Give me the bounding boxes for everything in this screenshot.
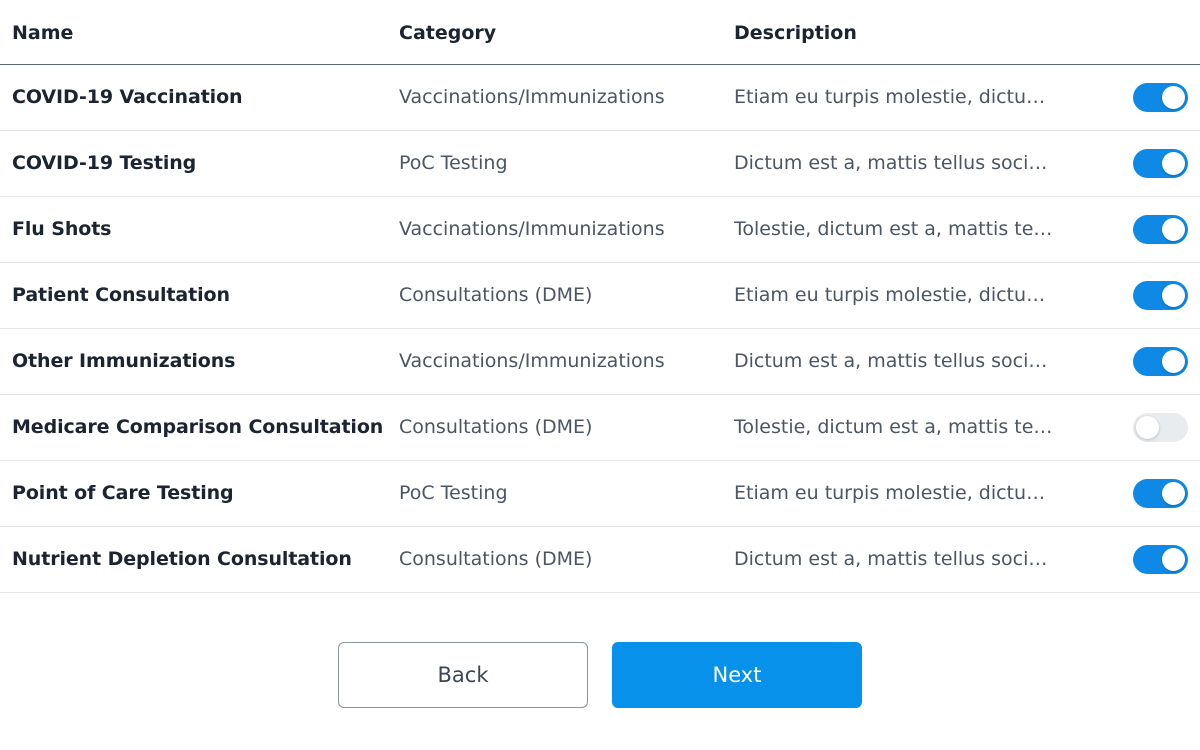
service-category: PoC Testing <box>399 482 508 504</box>
next-button[interactable]: Next <box>612 642 862 708</box>
column-header-name: Name <box>12 22 74 44</box>
service-enabled-toggle[interactable] <box>1133 347 1188 376</box>
service-category: Vaccinations/Immunizations <box>399 218 665 240</box>
toggle-knob <box>1162 350 1185 373</box>
service-enabled-toggle[interactable] <box>1133 479 1188 508</box>
service-category: Vaccinations/Immunizations <box>399 350 665 372</box>
service-name: Point of Care Testing <box>12 482 234 504</box>
table-row: Nutrient Depletion Consultation Consulta… <box>0 527 1200 593</box>
service-category: PoC Testing <box>399 152 508 174</box>
service-enabled-toggle[interactable] <box>1133 215 1188 244</box>
toggle-knob <box>1162 548 1185 571</box>
service-enabled-toggle[interactable] <box>1133 413 1188 442</box>
form-actions: Back Next <box>0 642 1200 708</box>
service-description: Etiam eu turpis molestie, dictum... <box>734 284 1054 306</box>
service-name: COVID-19 Vaccination <box>12 86 243 108</box>
toggle-knob <box>1162 152 1185 175</box>
toggle-knob <box>1162 218 1185 241</box>
service-description: Etiam eu turpis molestie, dictum... <box>734 482 1054 504</box>
service-enabled-toggle[interactable] <box>1133 83 1188 112</box>
service-description: Dictum est a, mattis tellus socio... <box>734 548 1054 570</box>
toggle-knob <box>1162 86 1185 109</box>
service-description: Etiam eu turpis molestie, dictum... <box>734 86 1054 108</box>
service-name: COVID-19 Testing <box>12 152 197 174</box>
services-table: Name Category Description COVID-19 Vacci… <box>0 0 1200 593</box>
toggle-knob <box>1136 416 1159 439</box>
service-category: Consultations (DME) <box>399 548 593 570</box>
table-row: COVID-19 Testing PoC Testing Dictum est … <box>0 131 1200 197</box>
service-description: Dictum est a, mattis tellus socio... <box>734 152 1054 174</box>
toggle-knob <box>1162 482 1185 505</box>
service-enabled-toggle[interactable] <box>1133 545 1188 574</box>
table-row: Other Immunizations Vaccinations/Immuniz… <box>0 329 1200 395</box>
column-header-category: Category <box>399 22 497 44</box>
service-enabled-toggle[interactable] <box>1133 149 1188 178</box>
table-row: COVID-19 Vaccination Vaccinations/Immuni… <box>0 65 1200 131</box>
toggle-knob <box>1162 284 1185 307</box>
service-name: Medicare Comparison Consultation <box>12 416 384 438</box>
service-name: Flu Shots <box>12 218 112 240</box>
service-name: Patient Consultation <box>12 284 230 306</box>
service-category: Consultations (DME) <box>399 416 593 438</box>
back-button[interactable]: Back <box>338 642 588 708</box>
service-category: Consultations (DME) <box>399 284 593 306</box>
table-row: Point of Care Testing PoC Testing Etiam … <box>0 461 1200 527</box>
service-name: Other Immunizations <box>12 350 236 372</box>
service-description: Dictum est a, mattis tellus socio... <box>734 350 1054 372</box>
table-row: Medicare Comparison Consultation Consult… <box>0 395 1200 461</box>
service-name: Nutrient Depletion Consultation <box>12 548 352 570</box>
column-header-description: Description <box>734 22 857 44</box>
table-row: Patient Consultation Consultations (DME)… <box>0 263 1200 329</box>
service-description: Tolestie, dictum est a, mattis tell... <box>734 218 1054 240</box>
service-enabled-toggle[interactable] <box>1133 281 1188 310</box>
service-description: Tolestie, dictum est a, mattis tell... <box>734 416 1054 438</box>
table-row: Flu Shots Vaccinations/Immunizations Tol… <box>0 197 1200 263</box>
table-header: Name Category Description <box>0 0 1200 65</box>
service-category: Vaccinations/Immunizations <box>399 86 665 108</box>
